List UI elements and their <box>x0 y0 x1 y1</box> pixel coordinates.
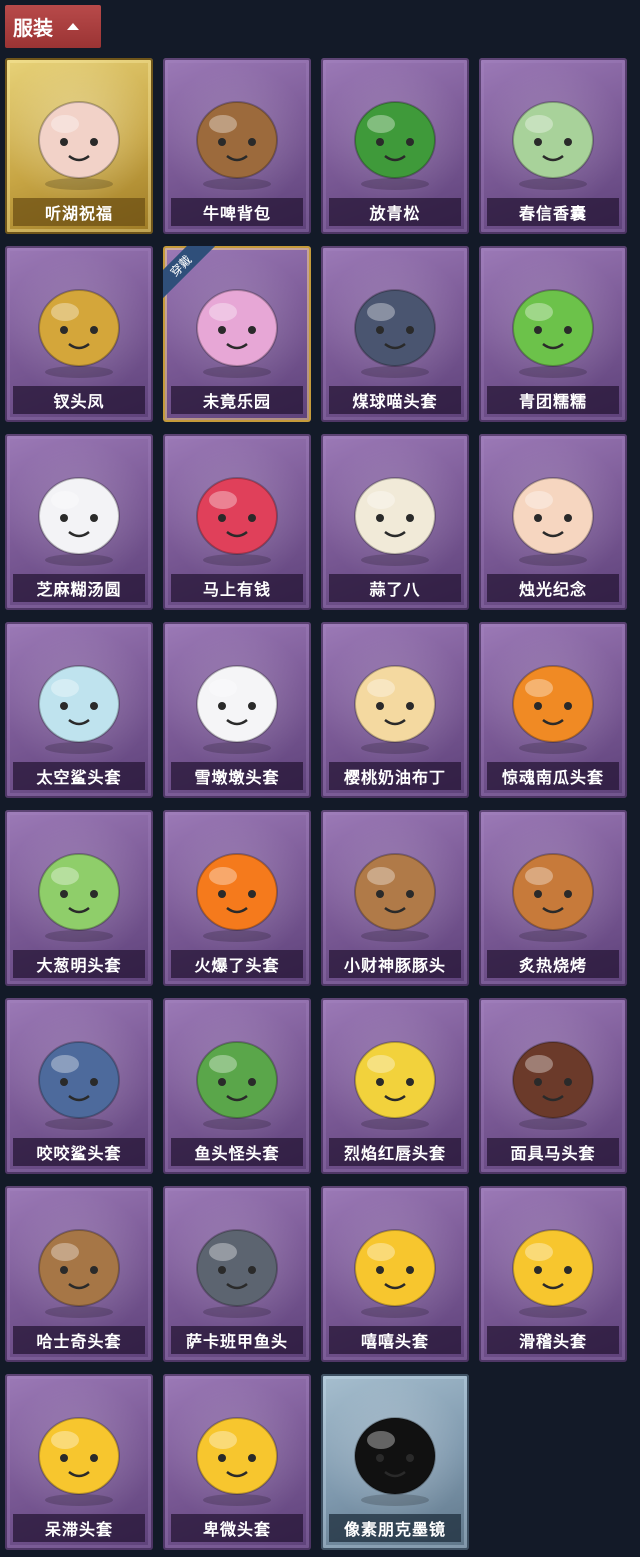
category-title: 服装 <box>13 16 53 40</box>
outfit-item-card[interactable]: 小财神豚豚头 <box>321 810 469 986</box>
outfit-item-card[interactable]: 惊魂南瓜头套 <box>479 622 627 798</box>
outfit-item-label: 像素朋克墨镜 <box>329 1514 461 1542</box>
outfit-item-card[interactable]: 呆滞头套 <box>5 1374 153 1550</box>
outfit-item-label: 烈焰红唇头套 <box>329 1138 461 1166</box>
outfit-item-card[interactable]: 萨卡班甲鱼头 <box>163 1186 311 1362</box>
outfit-item-card[interactable]: 穿戴 未竟乐园 <box>163 246 311 422</box>
pumpkin-icon <box>512 665 594 754</box>
bbq-meat-icon <box>512 853 594 942</box>
outfit-item-label: 芝麻糊汤圆 <box>13 574 145 602</box>
outfit-item-label: 小财神豚豚头 <box>329 950 461 978</box>
outfit-item-label: 蒜了八 <box>329 574 461 602</box>
outfit-item-label: 雪墩墩头套 <box>171 762 303 790</box>
fish-head-icon <box>196 1041 278 1130</box>
scallion-icon <box>38 853 120 942</box>
phoenix-crown-doll-icon <box>38 289 120 378</box>
capybara-icon <box>354 853 436 942</box>
outfit-item-label: 萨卡班甲鱼头 <box>171 1326 303 1354</box>
outfit-item-label: 太空鲨头套 <box>13 762 145 790</box>
outfit-item-card[interactable]: 像素朋克墨镜 <box>321 1374 469 1550</box>
black-cat-head-icon <box>354 289 436 378</box>
funny-emoji-icon <box>512 1229 594 1318</box>
outfit-item-label: 牛啤背包 <box>171 198 303 226</box>
horse-mask-icon <box>512 1041 594 1130</box>
outfit-item-card[interactable]: 雪墩墩头套 <box>163 622 311 798</box>
outfit-item-card[interactable]: 嘻嘻头套 <box>321 1186 469 1362</box>
outfit-item-label: 咬咬鲨头套 <box>13 1138 145 1166</box>
snowman-icon <box>196 665 278 754</box>
outfit-item-label: 樱桃奶油布丁 <box>329 762 461 790</box>
outfit-item-label: 青团糯糯 <box>487 386 619 414</box>
husky-sunglasses-icon <box>38 1229 120 1318</box>
pudding-icon <box>354 665 436 754</box>
outfit-item-card[interactable]: 听湖祝福 <box>5 58 153 234</box>
yellow-mouse-sunglasses-icon <box>354 1041 436 1130</box>
dazed-emoji-icon <box>38 1417 120 1506</box>
outfit-item-label: 嘻嘻头套 <box>329 1326 461 1354</box>
pixel-sunglasses-icon <box>354 1417 436 1506</box>
chevron-up-icon <box>67 23 79 30</box>
category-header-clothing[interactable]: 服装 <box>5 5 101 48</box>
pink-hair-doll-icon <box>196 289 278 378</box>
outfit-item-card[interactable]: 大葱明头套 <box>5 810 153 986</box>
outfit-item-card[interactable]: 卑微头套 <box>163 1374 311 1550</box>
outfit-item-card[interactable]: 青团糯糯 <box>479 246 627 422</box>
red-horse-icon <box>196 477 278 566</box>
outfit-item-card[interactable]: 春信香囊 <box>479 58 627 234</box>
outfit-item-card[interactable]: 面具马头套 <box>479 998 627 1174</box>
pleading-emoji-icon <box>196 1417 278 1506</box>
outfit-item-label: 呆滞头套 <box>13 1514 145 1542</box>
outfit-item-label: 滑稽头套 <box>487 1326 619 1354</box>
outfit-item-card[interactable]: 咬咬鲨头套 <box>5 998 153 1174</box>
outfit-item-card[interactable]: 马上有钱 <box>163 434 311 610</box>
garlic-icon <box>354 477 436 566</box>
outfit-item-card[interactable]: 烛光纪念 <box>479 434 627 610</box>
outfit-item-card[interactable]: 蒜了八 <box>321 434 469 610</box>
green-rice-ball-icon <box>512 289 594 378</box>
outfit-item-card[interactable]: 炙热烧烤 <box>479 810 627 986</box>
mannequin-wings-icon <box>38 101 120 190</box>
outfit-item-card[interactable]: 牛啤背包 <box>163 58 311 234</box>
outfit-item-label: 炙热烧烤 <box>487 950 619 978</box>
grin-emoji-icon <box>354 1229 436 1318</box>
outfit-item-label: 大葱明头套 <box>13 950 145 978</box>
potted-pine-icon <box>354 101 436 190</box>
outfit-item-card[interactable]: 鱼头怪头套 <box>163 998 311 1174</box>
biting-shark-icon <box>38 1041 120 1130</box>
outfit-item-card[interactable]: 哈士奇头套 <box>5 1186 153 1362</box>
outfit-item-label: 鱼头怪头套 <box>171 1138 303 1166</box>
outfit-item-label: 哈士奇头套 <box>13 1326 145 1354</box>
sacabambaspis-icon <box>196 1229 278 1318</box>
outfit-item-card[interactable]: 太空鲨头套 <box>5 622 153 798</box>
green-sachet-icon <box>512 101 594 190</box>
fire-spirit-icon <box>196 853 278 942</box>
outfit-item-card[interactable]: 烈焰红唇头套 <box>321 998 469 1174</box>
outfit-item-label: 听湖祝福 <box>13 198 145 226</box>
rice-dumpling-icon <box>38 477 120 566</box>
outfit-item-label: 面具马头套 <box>487 1138 619 1166</box>
outfit-item-card[interactable]: 樱桃奶油布丁 <box>321 622 469 798</box>
outfit-item-label: 惊魂南瓜头套 <box>487 762 619 790</box>
outfit-item-label: 放青松 <box>329 198 461 226</box>
space-shark-icon <box>38 665 120 754</box>
beer-barrel-cow-icon <box>196 101 278 190</box>
outfit-item-label: 马上有钱 <box>171 574 303 602</box>
outfit-item-label: 卑微头套 <box>171 1514 303 1542</box>
outfit-item-card[interactable]: 煤球喵头套 <box>321 246 469 422</box>
outfit-item-label: 钗头凤 <box>13 386 145 414</box>
outfit-item-label: 未竟乐园 <box>171 386 303 414</box>
outfit-item-label: 烛光纪念 <box>487 574 619 602</box>
outfit-item-label: 火爆了头套 <box>171 950 303 978</box>
outfit-item-card[interactable]: 火爆了头套 <box>163 810 311 986</box>
outfit-item-card[interactable]: 钗头凤 <box>5 246 153 422</box>
outfit-item-card[interactable]: 放青松 <box>321 58 469 234</box>
outfit-item-label: 春信香囊 <box>487 198 619 226</box>
candle-icon <box>512 477 594 566</box>
outfit-item-label: 煤球喵头套 <box>329 386 461 414</box>
outfit-item-card[interactable]: 滑稽头套 <box>479 1186 627 1362</box>
outfit-item-card[interactable]: 芝麻糊汤圆 <box>5 434 153 610</box>
